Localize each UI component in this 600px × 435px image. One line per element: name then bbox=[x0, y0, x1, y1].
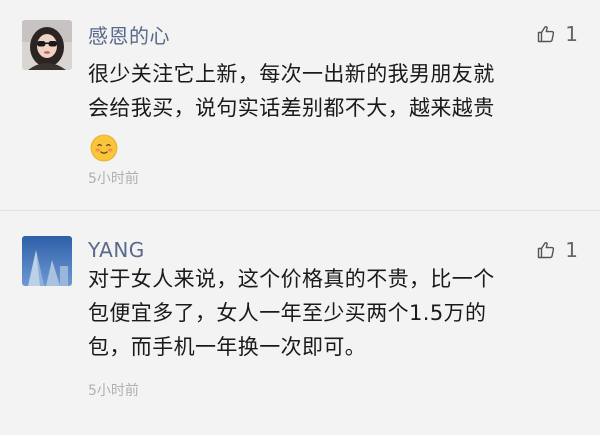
comment-timestamp: 5小时前 bbox=[88, 171, 139, 187]
thumbs-up-icon bbox=[538, 242, 555, 259]
comment-text-line: 对于女人来说，这个价格真的不贵，比一个 bbox=[88, 267, 495, 291]
comment-text-line: 很少关注它上新，每次一出新的我男朋友就 bbox=[88, 62, 495, 86]
comment-text-line: 包，而手机一年换一次即可。 bbox=[88, 335, 367, 359]
comment-text: 对于女人来说，这个价格真的不贵，比一个 包便宜多了，女人一年至少买两个1.5万的… bbox=[88, 262, 588, 364]
smiling-face-emoji-icon bbox=[90, 134, 118, 162]
avatar-photo-icon bbox=[22, 20, 72, 70]
comment-username[interactable]: YANG bbox=[88, 238, 145, 262]
avatar[interactable] bbox=[22, 20, 72, 70]
comment-username[interactable]: 感恩的心 bbox=[88, 20, 170, 49]
like-button[interactable]: 1 bbox=[537, 22, 578, 46]
like-count: 1 bbox=[565, 22, 578, 46]
like-count: 1 bbox=[565, 238, 578, 262]
like-button[interactable]: 1 bbox=[537, 238, 578, 262]
avatar[interactable] bbox=[22, 236, 72, 286]
avatar-photo-icon bbox=[22, 236, 72, 286]
thumbs-up-icon bbox=[538, 26, 555, 43]
comment-text-line: 会给我买，说句实话差别都不大，越来越贵 bbox=[88, 96, 495, 120]
comment-text-line: 包便宜多了，女人一年至少买两个1.5万的 bbox=[88, 301, 487, 325]
comment-text: 很少关注它上新，每次一出新的我男朋友就 会给我买，说句实话差别都不大，越来越贵 bbox=[88, 57, 588, 125]
comment-item: 感恩的心 1 很少关注它上新，每次一出新的我男朋友就 会给我买，说句实话差别都不… bbox=[0, 0, 600, 210]
comment-timestamp: 5小时前 bbox=[88, 383, 139, 399]
